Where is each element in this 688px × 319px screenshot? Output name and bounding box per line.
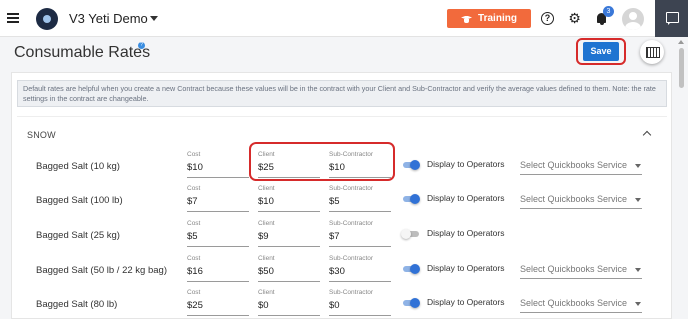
display-toggle[interactable]: [401, 160, 420, 170]
sub-contractor-value: $30: [329, 266, 345, 277]
chevron-down-icon: [635, 302, 641, 306]
scroll-up-arrow[interactable]: [678, 40, 684, 44]
display-label: Display to Operators: [427, 228, 505, 238]
quickbooks-placeholder: Select Quickbooks Service: [520, 298, 628, 308]
sub-contractor-label: Sub-Contractor: [329, 185, 374, 192]
training-label: Training: [478, 13, 517, 24]
info-note: Default rates are helpful when you creat…: [17, 80, 667, 107]
top-bar: V3 Yeti Demo Training ? ⚙ 3: [0, 0, 688, 37]
calculator-icon[interactable]: [640, 40, 664, 64]
info-icon[interactable]: ?: [138, 42, 145, 49]
quickbooks-select[interactable]: Select Quickbooks Service: [520, 187, 642, 209]
notification-count-badge: 3: [603, 6, 614, 17]
cost-field[interactable]: Cost $16: [187, 252, 249, 282]
client-value: $50: [258, 266, 274, 277]
rate-row: Bagged Salt (100 lb) Cost $7 Client $10 …: [17, 182, 667, 216]
org-name[interactable]: V3 Yeti Demo: [69, 11, 148, 26]
item-name: Bagged Salt (80 lb): [36, 299, 118, 310]
cost-value: $16: [187, 266, 203, 277]
cost-field[interactable]: Cost $10: [187, 148, 249, 178]
display-label: Display to Operators: [427, 159, 505, 169]
sub-contractor-value: $7: [329, 231, 340, 242]
cost-value: $25: [187, 300, 203, 311]
display-label: Display to Operators: [427, 193, 505, 203]
display-label: Display to Operators: [427, 297, 505, 307]
client-highlight-annotation: [249, 142, 395, 181]
sub-contractor-value: $0: [329, 300, 340, 311]
client-field[interactable]: Client $0: [258, 286, 320, 316]
rate-row: Bagged Salt (50 lb / 22 kg bag) Cost $16…: [17, 252, 667, 286]
quickbooks-select[interactable]: Select Quickbooks Service: [520, 291, 642, 313]
client-field[interactable]: Client $50: [258, 252, 320, 282]
cost-field[interactable]: Cost $25: [187, 286, 249, 316]
client-label: Client: [258, 185, 275, 192]
sub-contractor-label: Sub-Contractor: [329, 255, 374, 262]
item-name: Bagged Salt (50 lb / 22 kg bag): [36, 265, 167, 276]
quickbooks-placeholder: Select Quickbooks Service: [520, 264, 628, 274]
sub-contractor-value: $5: [329, 196, 340, 207]
rate-row: Bagged Salt (25 kg) Cost $5 Client $9 Su…: [17, 217, 667, 251]
sub-contractor-field[interactable]: Sub-Contractor $5: [329, 182, 391, 212]
help-icon[interactable]: ?: [541, 12, 554, 25]
display-toggle[interactable]: [401, 194, 420, 204]
client-label: Client: [258, 289, 275, 296]
client-field[interactable]: Client $10: [258, 182, 320, 212]
client-label: Client: [258, 220, 275, 227]
client-field[interactable]: Client $9: [258, 217, 320, 247]
display-label: Display to Operators: [427, 263, 505, 273]
display-toggle[interactable]: [401, 229, 420, 239]
sub-contractor-label: Sub-Contractor: [329, 289, 374, 296]
item-name: Bagged Salt (100 lb): [36, 195, 123, 206]
cost-value: $5: [187, 231, 198, 242]
cost-value: $10: [187, 162, 203, 173]
org-logo: [36, 8, 58, 30]
quickbooks-placeholder: Select Quickbooks Service: [520, 194, 628, 204]
training-button[interactable]: Training: [447, 9, 531, 28]
quickbooks-placeholder: Select Quickbooks Service: [520, 160, 628, 170]
cost-label: Cost: [187, 255, 201, 262]
chevron-down-icon: [635, 164, 641, 168]
cost-label: Cost: [187, 151, 201, 158]
cost-field[interactable]: Cost $5: [187, 217, 249, 247]
display-toggle[interactable]: [401, 264, 420, 274]
save-button[interactable]: Save: [583, 42, 619, 61]
chat-icon[interactable]: [655, 0, 688, 37]
cost-field[interactable]: Cost $7: [187, 182, 249, 212]
section-title: SNOW: [27, 130, 56, 140]
avatar[interactable]: [622, 8, 644, 30]
sub-contractor-label: Sub-Contractor: [329, 220, 374, 227]
client-label: Client: [258, 255, 275, 262]
scrollbar[interactable]: [678, 40, 685, 319]
sub-contractor-field[interactable]: Sub-Contractor $30: [329, 252, 391, 282]
cost-label: Cost: [187, 220, 201, 227]
scroll-thumb[interactable]: [679, 48, 684, 88]
sub-contractor-field[interactable]: Sub-Contractor $7: [329, 217, 391, 247]
chevron-down-icon: [635, 198, 641, 202]
chevron-down-icon: [635, 268, 641, 272]
rate-row: Bagged Salt (80 lb) Cost $25 Client $0 S…: [17, 286, 667, 319]
quickbooks-select[interactable]: Select Quickbooks Service: [520, 153, 642, 175]
chevron-down-icon[interactable]: [150, 16, 158, 21]
graduation-cap-icon: [461, 15, 472, 23]
cost-label: Cost: [187, 289, 201, 296]
sub-contractor-field[interactable]: Sub-Contractor $0: [329, 286, 391, 316]
page-title: Consumable Rates: [14, 44, 151, 61]
item-name: Bagged Salt (10 kg): [36, 161, 120, 172]
cost-value: $7: [187, 196, 198, 207]
client-value: $9: [258, 231, 269, 242]
item-name: Bagged Salt (25 kg): [36, 230, 120, 241]
gear-icon[interactable]: ⚙: [568, 11, 581, 25]
cost-label: Cost: [187, 185, 201, 192]
quickbooks-select[interactable]: Select Quickbooks Service: [520, 257, 642, 279]
client-value: $10: [258, 196, 274, 207]
chevron-up-icon[interactable]: [642, 130, 652, 140]
client-value: $0: [258, 300, 269, 311]
hamburger-icon[interactable]: [7, 13, 19, 23]
display-toggle[interactable]: [401, 298, 420, 308]
